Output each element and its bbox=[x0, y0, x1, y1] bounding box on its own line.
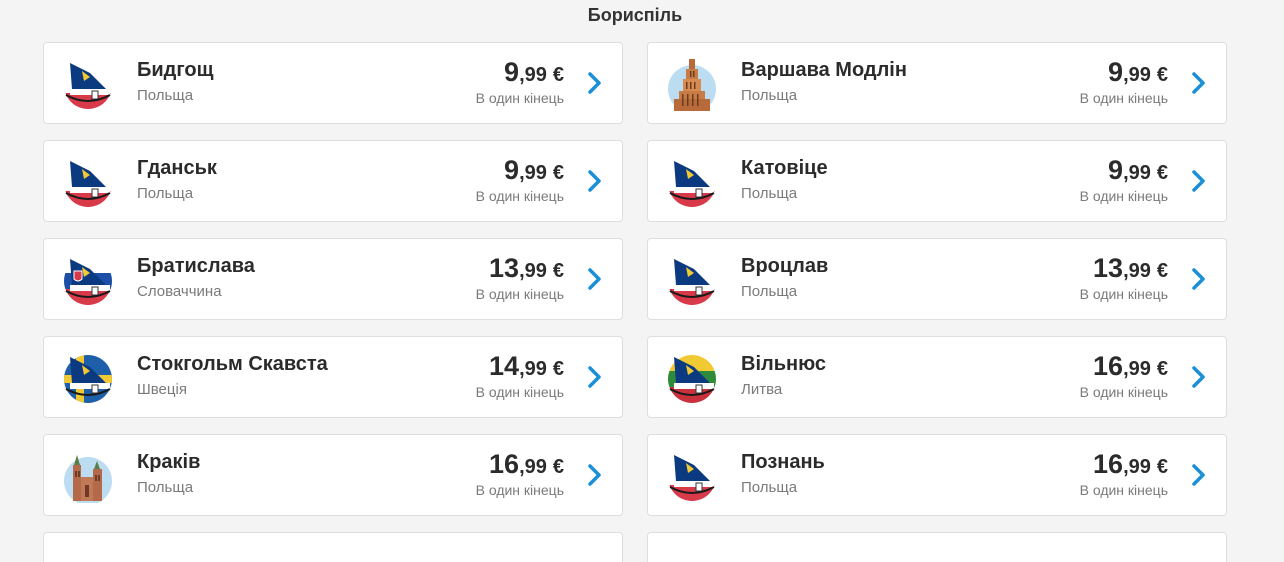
trip-type: В один кінець bbox=[1079, 188, 1168, 204]
ryanair-tail-sweden-icon bbox=[62, 353, 114, 405]
country-name: Польща bbox=[137, 87, 194, 104]
price: 16,99 € bbox=[1093, 351, 1168, 381]
destination-card-bratislava[interactable]: Братислава Словаччина 13,99 € В один кіне… bbox=[43, 238, 623, 320]
destination-card-bydgoszcz[interactable]: Бидгощ Польща 9,99 € В один кінець bbox=[43, 42, 623, 124]
chevron-right-icon[interactable] bbox=[586, 463, 604, 487]
city-name: Бидгощ bbox=[137, 59, 214, 81]
city-name: Стокгольм Скавста bbox=[137, 353, 328, 375]
trip-type: В один кінець bbox=[1079, 286, 1168, 302]
price: 9,99 € bbox=[504, 57, 564, 87]
origin-title: Бориспіль bbox=[587, 5, 683, 25]
destination-card-vilnius[interactable]: Вільнюс Литва 16,99 € В один кінець bbox=[647, 336, 1227, 418]
city-name: Катовіце bbox=[741, 157, 828, 179]
trip-type: В один кінець bbox=[475, 286, 564, 302]
ryanair-tail-poland-icon bbox=[62, 157, 114, 209]
country-name: Польща bbox=[741, 87, 798, 104]
chevron-right-icon[interactable] bbox=[586, 71, 604, 95]
chevron-right-icon[interactable] bbox=[1190, 365, 1208, 389]
destination-card-partial[interactable] bbox=[43, 532, 623, 562]
destination-card-wroclaw[interactable]: Вроцлав Польща 13,99 € В один кінець bbox=[647, 238, 1227, 320]
city-name: Познань bbox=[741, 451, 825, 473]
country-name: Швеція bbox=[137, 381, 187, 398]
palace-of-culture-warsaw-icon bbox=[666, 59, 718, 111]
destination-card-stockholm-skavsta[interactable]: Стокгольм Скавста Швеція 14,99 € В один к… bbox=[43, 336, 623, 418]
chevron-right-icon[interactable] bbox=[586, 169, 604, 193]
country-name: Польща bbox=[741, 185, 798, 202]
country-name: Литва bbox=[741, 381, 783, 398]
price: 9,99 € bbox=[1108, 57, 1168, 87]
chevron-right-icon[interactable] bbox=[1190, 71, 1208, 95]
price: 16,99 € bbox=[489, 449, 564, 479]
price: 9,99 € bbox=[1108, 155, 1168, 185]
st-marys-basilica-krakow-icon bbox=[62, 451, 114, 503]
chevron-right-icon[interactable] bbox=[586, 365, 604, 389]
destination-card-katowice[interactable]: Катовіце Польща 9,99 € В один кінець bbox=[647, 140, 1227, 222]
ryanair-tail-poland-icon bbox=[666, 255, 718, 307]
destination-card-gdansk[interactable]: Гданськ Польща 9,99 € В один кінець bbox=[43, 140, 623, 222]
chevron-right-icon[interactable] bbox=[1190, 267, 1208, 291]
destination-card-partial[interactable] bbox=[647, 532, 1227, 562]
city-name: Варшава Модлін bbox=[741, 59, 907, 81]
trip-type: В один кінець bbox=[1079, 384, 1168, 400]
ryanair-tail-slovakia-icon bbox=[62, 255, 114, 307]
destinations-grid: Бидгощ Польща 9,99 € В один кінець Варша… bbox=[43, 42, 1227, 562]
city-name: Гданськ bbox=[137, 157, 217, 179]
trip-type: В один кінець bbox=[475, 384, 564, 400]
chevron-right-icon[interactable] bbox=[586, 267, 604, 291]
city-name: Вроцлав bbox=[741, 255, 829, 277]
price: 13,99 € bbox=[489, 253, 564, 283]
trip-type: В один кінець bbox=[475, 188, 564, 204]
ryanair-tail-poland-icon bbox=[666, 451, 718, 503]
ryanair-tail-poland-icon bbox=[62, 59, 114, 111]
country-name: Польща bbox=[137, 185, 194, 202]
destination-card-krakow[interactable]: Краків Польща 16,99 € В один кінець bbox=[43, 434, 623, 516]
price: 14,99 € bbox=[489, 351, 564, 381]
destination-card-warsaw-modlin[interactable]: Варшава Модлін Польща 9,99 € В один кінец… bbox=[647, 42, 1227, 124]
country-name: Польща bbox=[741, 479, 798, 496]
price: 9,99 € bbox=[504, 155, 564, 185]
city-name: Вільнюс bbox=[741, 353, 827, 375]
trip-type: В один кінець bbox=[475, 90, 564, 106]
trip-type: В один кінець bbox=[1079, 482, 1168, 498]
price: 13,99 € bbox=[1093, 253, 1168, 283]
trip-type: В один кінець bbox=[475, 482, 564, 498]
trip-type: В один кінець bbox=[1079, 90, 1168, 106]
destination-card-poznan[interactable]: Познань Польща 16,99 € В один кінець bbox=[647, 434, 1227, 516]
country-name: Польща bbox=[137, 479, 194, 496]
country-name: Польща bbox=[741, 283, 798, 300]
city-name: Краків bbox=[137, 451, 201, 473]
city-name: Братислава bbox=[137, 255, 255, 277]
chevron-right-icon[interactable] bbox=[1190, 463, 1208, 487]
country-name: Словаччина bbox=[137, 283, 222, 300]
ryanair-tail-poland-icon bbox=[666, 157, 718, 209]
ryanair-tail-lithuania-icon bbox=[666, 353, 718, 405]
price: 16,99 € bbox=[1093, 449, 1168, 479]
chevron-right-icon[interactable] bbox=[1190, 169, 1208, 193]
